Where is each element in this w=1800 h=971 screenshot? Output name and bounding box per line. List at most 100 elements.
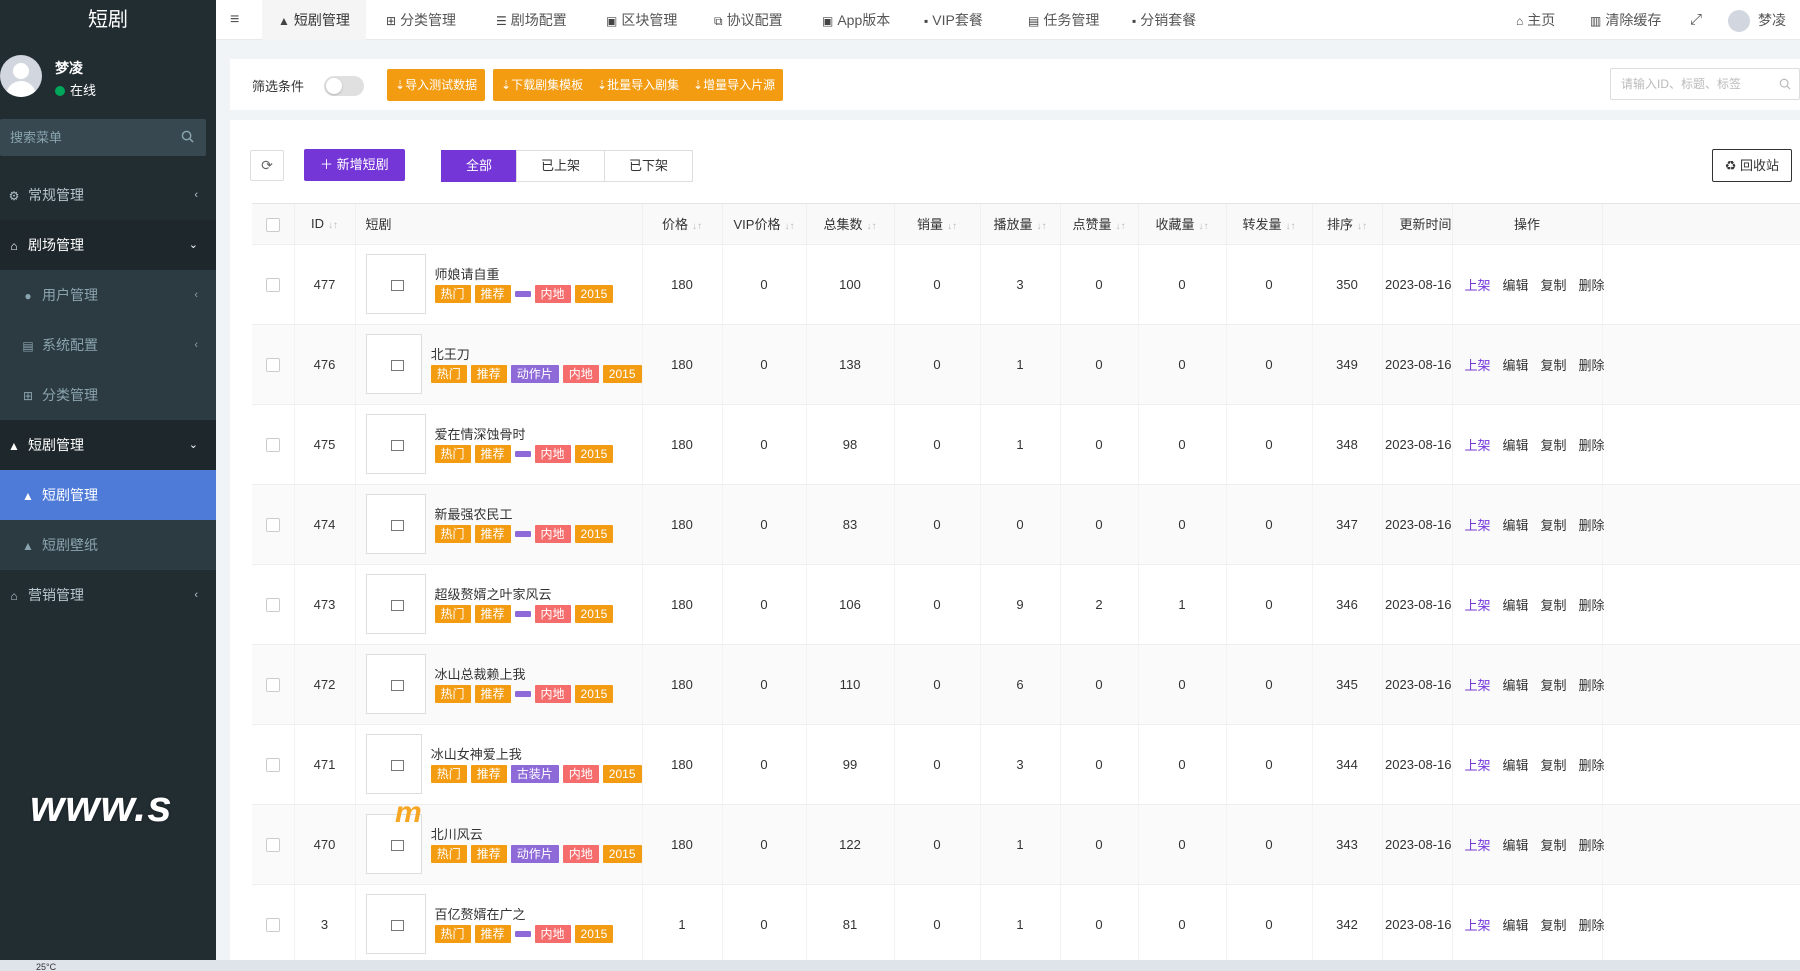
clear-cache-button[interactable]: ▥ 清除缓存 [1590, 0, 1661, 40]
copy-button[interactable]: 复制 [1541, 438, 1567, 453]
edit-button[interactable]: 编辑 [1503, 358, 1529, 373]
filter-toggle[interactable] [324, 76, 364, 96]
publish-button[interactable]: 上架 [1465, 918, 1491, 933]
cover-image-icon[interactable] [365, 494, 426, 554]
row-checkbox[interactable] [252, 484, 295, 565]
home-link[interactable]: ⌂ 主页 [1516, 0, 1555, 40]
cover-image-icon[interactable] [365, 894, 426, 954]
tab-protocol[interactable]: ⧉ 协议配置 [714, 0, 783, 40]
edit-button[interactable]: 编辑 [1503, 758, 1529, 773]
col-favorites[interactable]: 收藏量 ↓↑ [1138, 204, 1227, 245]
copy-button[interactable]: 复制 [1541, 358, 1567, 373]
filter-all[interactable]: 全部 [441, 150, 518, 182]
publish-button[interactable]: 上架 [1465, 598, 1491, 613]
delete-button[interactable]: 删除 [1579, 518, 1605, 533]
row-checkbox[interactable] [252, 644, 295, 725]
col-sales[interactable]: 销量 ↓↑ [894, 204, 981, 245]
row-checkbox[interactable] [252, 244, 295, 325]
cover-image-icon[interactable] [365, 654, 426, 714]
sidebar-item-wallpaper[interactable]: ▲ 短剧壁纸 [0, 520, 216, 570]
publish-button[interactable]: 上架 [1465, 358, 1491, 373]
menu-toggle-icon[interactable]: ≡ [230, 0, 239, 40]
tab-vip[interactable]: ▪ VIP套餐 [924, 0, 983, 40]
copy-button[interactable]: 复制 [1541, 598, 1567, 613]
table-search-input[interactable] [1611, 69, 1771, 99]
edit-button[interactable]: 编辑 [1503, 278, 1529, 293]
delete-button[interactable]: 删除 [1579, 598, 1605, 613]
tab-distribution[interactable]: ▪ 分销套餐 [1132, 0, 1196, 40]
delete-button[interactable]: 删除 [1579, 438, 1605, 453]
row-checkbox[interactable] [252, 884, 295, 965]
row-checkbox[interactable] [252, 404, 295, 485]
app-logo[interactable]: 短剧 [0, 0, 216, 40]
col-likes[interactable]: 点赞量 ↓↑ [1060, 204, 1139, 245]
cover-image-icon[interactable] [365, 734, 422, 794]
sidebar-item-drama[interactable]: ▲ 短剧管理 [0, 470, 216, 520]
delete-button[interactable]: 删除 [1579, 278, 1605, 293]
delete-button[interactable]: 删除 [1579, 838, 1605, 853]
col-episodes[interactable]: 总集数 ↓↑ [806, 204, 895, 245]
tab-drama[interactable]: ▲ 短剧管理 [262, 0, 366, 40]
filter-offline[interactable]: 已下架 [604, 150, 694, 182]
col-price[interactable]: 价格 ↓↑ [642, 204, 723, 245]
select-all-checkbox[interactable] [252, 204, 295, 245]
copy-button[interactable]: 复制 [1541, 678, 1567, 693]
sidebar-item-category[interactable]: ⊞ 分类管理 [0, 370, 216, 420]
col-vip-price[interactable]: VIP价格 ↓↑ [722, 204, 807, 245]
recycle-bin-button[interactable]: ♻ 回收站 [1711, 149, 1792, 182]
publish-button[interactable]: 上架 [1465, 278, 1491, 293]
filter-online[interactable]: 已上架 [516, 150, 606, 182]
col-plays[interactable]: 播放量 ↓↑ [980, 204, 1061, 245]
row-checkbox[interactable] [252, 564, 295, 645]
copy-button[interactable]: 复制 [1541, 838, 1567, 853]
copy-button[interactable]: 复制 [1541, 918, 1567, 933]
copy-button[interactable]: 复制 [1541, 278, 1567, 293]
add-drama-button[interactable]: ＋ 新增短剧 [304, 149, 405, 181]
delete-button[interactable]: 删除 [1579, 758, 1605, 773]
tab-blocks[interactable]: ▣ 区块管理 [606, 0, 677, 40]
edit-button[interactable]: 编辑 [1503, 438, 1529, 453]
edit-button[interactable]: 编辑 [1503, 918, 1529, 933]
publish-button[interactable]: 上架 [1465, 678, 1491, 693]
tab-app-version[interactable]: ▣ App版本 [822, 0, 890, 40]
search-icon[interactable] [1779, 78, 1791, 90]
search-icon[interactable] [181, 130, 194, 143]
sidebar-item-theater[interactable]: ⌂ 剧场管理 ⌄ [0, 220, 216, 270]
tab-category[interactable]: ⊞ 分类管理 [386, 0, 456, 40]
user-menu[interactable]: 梦凌 [1728, 0, 1786, 40]
cover-image-icon[interactable] [365, 574, 426, 634]
sidebar-item-marketing[interactable]: ⌂ 营销管理 ‹ [0, 570, 216, 620]
cover-image-icon[interactable] [365, 414, 426, 474]
publish-button[interactable]: 上架 [1465, 758, 1491, 773]
publish-button[interactable]: 上架 [1465, 518, 1491, 533]
batch-import-button[interactable]: ⇣批量导入剧集 [589, 69, 688, 101]
cover-image-icon[interactable] [365, 254, 426, 314]
sidebar-item-general[interactable]: ⚙ 常规管理 ‹ [0, 170, 216, 220]
publish-button[interactable]: 上架 [1465, 838, 1491, 853]
edit-button[interactable]: 编辑 [1503, 678, 1529, 693]
row-checkbox[interactable] [252, 804, 295, 885]
tab-tasks[interactable]: ▤ 任务管理 [1028, 0, 1099, 40]
col-sort[interactable]: 排序 ↓↑ [1312, 204, 1383, 245]
sidebar-item-users[interactable]: ● 用户管理 ‹ [0, 270, 216, 320]
download-template-button[interactable]: ⇣下载剧集模板 [493, 69, 592, 101]
row-checkbox[interactable] [252, 324, 295, 405]
incremental-import-button[interactable]: ⇣增量导入片源 [685, 69, 784, 101]
delete-button[interactable]: 删除 [1579, 918, 1605, 933]
delete-button[interactable]: 删除 [1579, 678, 1605, 693]
row-checkbox[interactable] [252, 724, 295, 805]
publish-button[interactable]: 上架 [1465, 438, 1491, 453]
sidebar-item-drama-group[interactable]: ▲ 短剧管理 ⌄ [0, 420, 216, 470]
fullscreen-icon[interactable]: ⤢ [1690, 0, 1702, 40]
col-shares[interactable]: 转发量 ↓↑ [1226, 204, 1313, 245]
copy-button[interactable]: 复制 [1541, 758, 1567, 773]
tab-theater-config[interactable]: ☰ 剧场配置 [496, 0, 567, 40]
edit-button[interactable]: 编辑 [1503, 838, 1529, 853]
sidebar-item-system[interactable]: ▤ 系统配置 ‹ [0, 320, 216, 370]
col-id[interactable]: ID ↓↑ [294, 204, 356, 245]
import-test-data-button[interactable]: ⇣导入测试数据 [387, 69, 486, 101]
copy-button[interactable]: 复制 [1541, 518, 1567, 533]
edit-button[interactable]: 编辑 [1503, 598, 1529, 613]
delete-button[interactable]: 删除 [1579, 358, 1605, 373]
refresh-icon[interactable]: ⟳ [250, 150, 284, 181]
